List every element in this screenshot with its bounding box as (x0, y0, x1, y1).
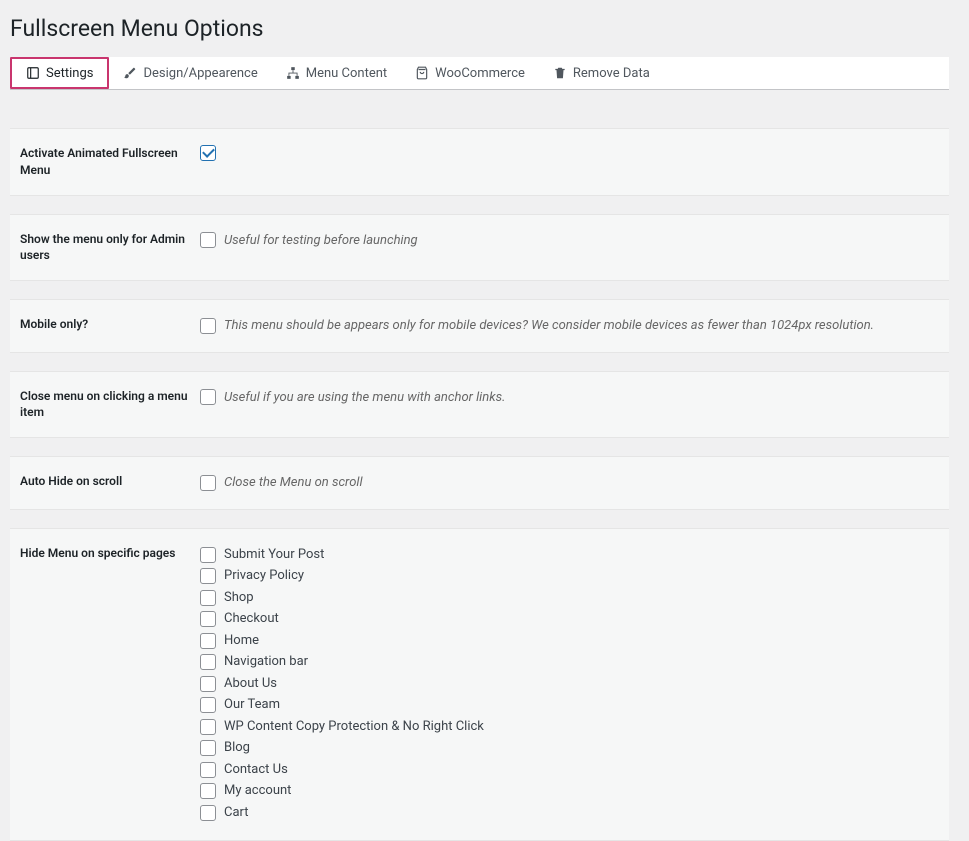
tab-settings[interactable]: Settings (10, 57, 109, 89)
page-checkbox[interactable] (200, 805, 216, 821)
page-label: Navigation bar (224, 652, 308, 672)
tab-menu-content[interactable]: Menu Content (272, 57, 401, 89)
page-checkbox[interactable] (200, 654, 216, 670)
page-checkbox[interactable] (200, 740, 216, 756)
page-item: Checkout (200, 609, 939, 629)
page-label: WP Content Copy Protection & No Right Cl… (224, 717, 484, 737)
page-label: Submit Your Post (224, 545, 324, 565)
hint-text: Close the Menu on scroll (224, 473, 363, 493)
page-checkbox[interactable] (200, 697, 216, 713)
page-checkbox[interactable] (200, 611, 216, 627)
row-label: Activate Animated Fullscreen Menu (20, 145, 200, 179)
shopping-bag-icon (415, 66, 429, 80)
tabs-nav: Settings Design/Appearence Menu Content … (10, 57, 949, 90)
mobile-only-checkbox[interactable] (200, 318, 216, 334)
page-checkbox[interactable] (200, 590, 216, 606)
tab-label: Remove Data (573, 66, 650, 81)
page-item: My account (200, 781, 939, 801)
page-checkbox[interactable] (200, 633, 216, 649)
row-activate: Activate Animated Fullscreen Menu (10, 128, 949, 196)
trash-icon (553, 66, 567, 80)
tab-design[interactable]: Design/Appearence (109, 57, 271, 89)
page-checkbox[interactable] (200, 783, 216, 799)
page-checkbox[interactable] (200, 676, 216, 692)
page-label: Checkout (224, 609, 279, 629)
page-item: Submit Your Post (200, 545, 939, 565)
tab-remove-data[interactable]: Remove Data (539, 57, 664, 89)
row-close-on-click: Close menu on clicking a menu item Usefu… (10, 371, 949, 439)
hint-text: Useful if you are using the menu with an… (224, 388, 505, 408)
page-item: Privacy Policy (200, 566, 939, 586)
page-checkbox[interactable] (200, 547, 216, 563)
page-item: Cart (200, 803, 939, 823)
page-checkbox[interactable] (200, 568, 216, 584)
row-label: Auto Hide on scroll (20, 473, 200, 490)
row-mobile-only: Mobile only? This menu should be appears… (10, 299, 949, 353)
page-label: Blog (224, 738, 250, 758)
page-label: Home (224, 631, 259, 651)
tab-label: Design/Appearence (143, 66, 257, 81)
page-label: My account (224, 781, 291, 801)
settings-icon (26, 66, 40, 80)
hint-text: Useful for testing before launching (224, 231, 418, 251)
tab-label: Menu Content (306, 66, 387, 81)
hint-text: This menu should be appears only for mob… (224, 316, 874, 336)
page-label: About Us (224, 674, 277, 694)
pages-list: Submit Your PostPrivacy PolicyShopChecko… (200, 545, 939, 825)
page-item: Navigation bar (200, 652, 939, 672)
brush-icon (123, 66, 137, 80)
page-item: Contact Us (200, 760, 939, 780)
sitemap-icon (286, 66, 300, 80)
auto-hide-checkbox[interactable] (200, 475, 216, 491)
row-label: Mobile only? (20, 316, 200, 333)
row-admin-only: Show the menu only for Admin users Usefu… (10, 214, 949, 282)
page-label: Our Team (224, 695, 280, 715)
page-label: Cart (224, 803, 249, 823)
row-auto-hide: Auto Hide on scroll Close the Menu on sc… (10, 456, 949, 510)
page-label: Contact Us (224, 760, 288, 780)
page-item: Our Team (200, 695, 939, 715)
close-on-click-checkbox[interactable] (200, 389, 216, 405)
row-hide-pages: Hide Menu on specific pages Submit Your … (10, 528, 949, 841)
page-checkbox[interactable] (200, 719, 216, 735)
page-label: Privacy Policy (224, 566, 304, 586)
page-item: About Us (200, 674, 939, 694)
page-item: Home (200, 631, 939, 651)
row-label: Hide Menu on specific pages (20, 545, 200, 562)
page-checkbox[interactable] (200, 762, 216, 778)
tab-woocommerce[interactable]: WooCommerce (401, 57, 539, 89)
tab-label: Settings (46, 66, 93, 81)
page-label: Shop (224, 588, 254, 608)
page-item: Blog (200, 738, 939, 758)
row-label: Show the menu only for Admin users (20, 231, 200, 265)
page-item: WP Content Copy Protection & No Right Cl… (200, 717, 939, 737)
row-label: Close menu on clicking a menu item (20, 388, 200, 422)
admin-only-checkbox[interactable] (200, 232, 216, 248)
activate-checkbox[interactable] (200, 145, 216, 161)
tab-label: WooCommerce (435, 66, 525, 81)
page-item: Shop (200, 588, 939, 608)
page-title: Fullscreen Menu Options (10, 10, 949, 47)
